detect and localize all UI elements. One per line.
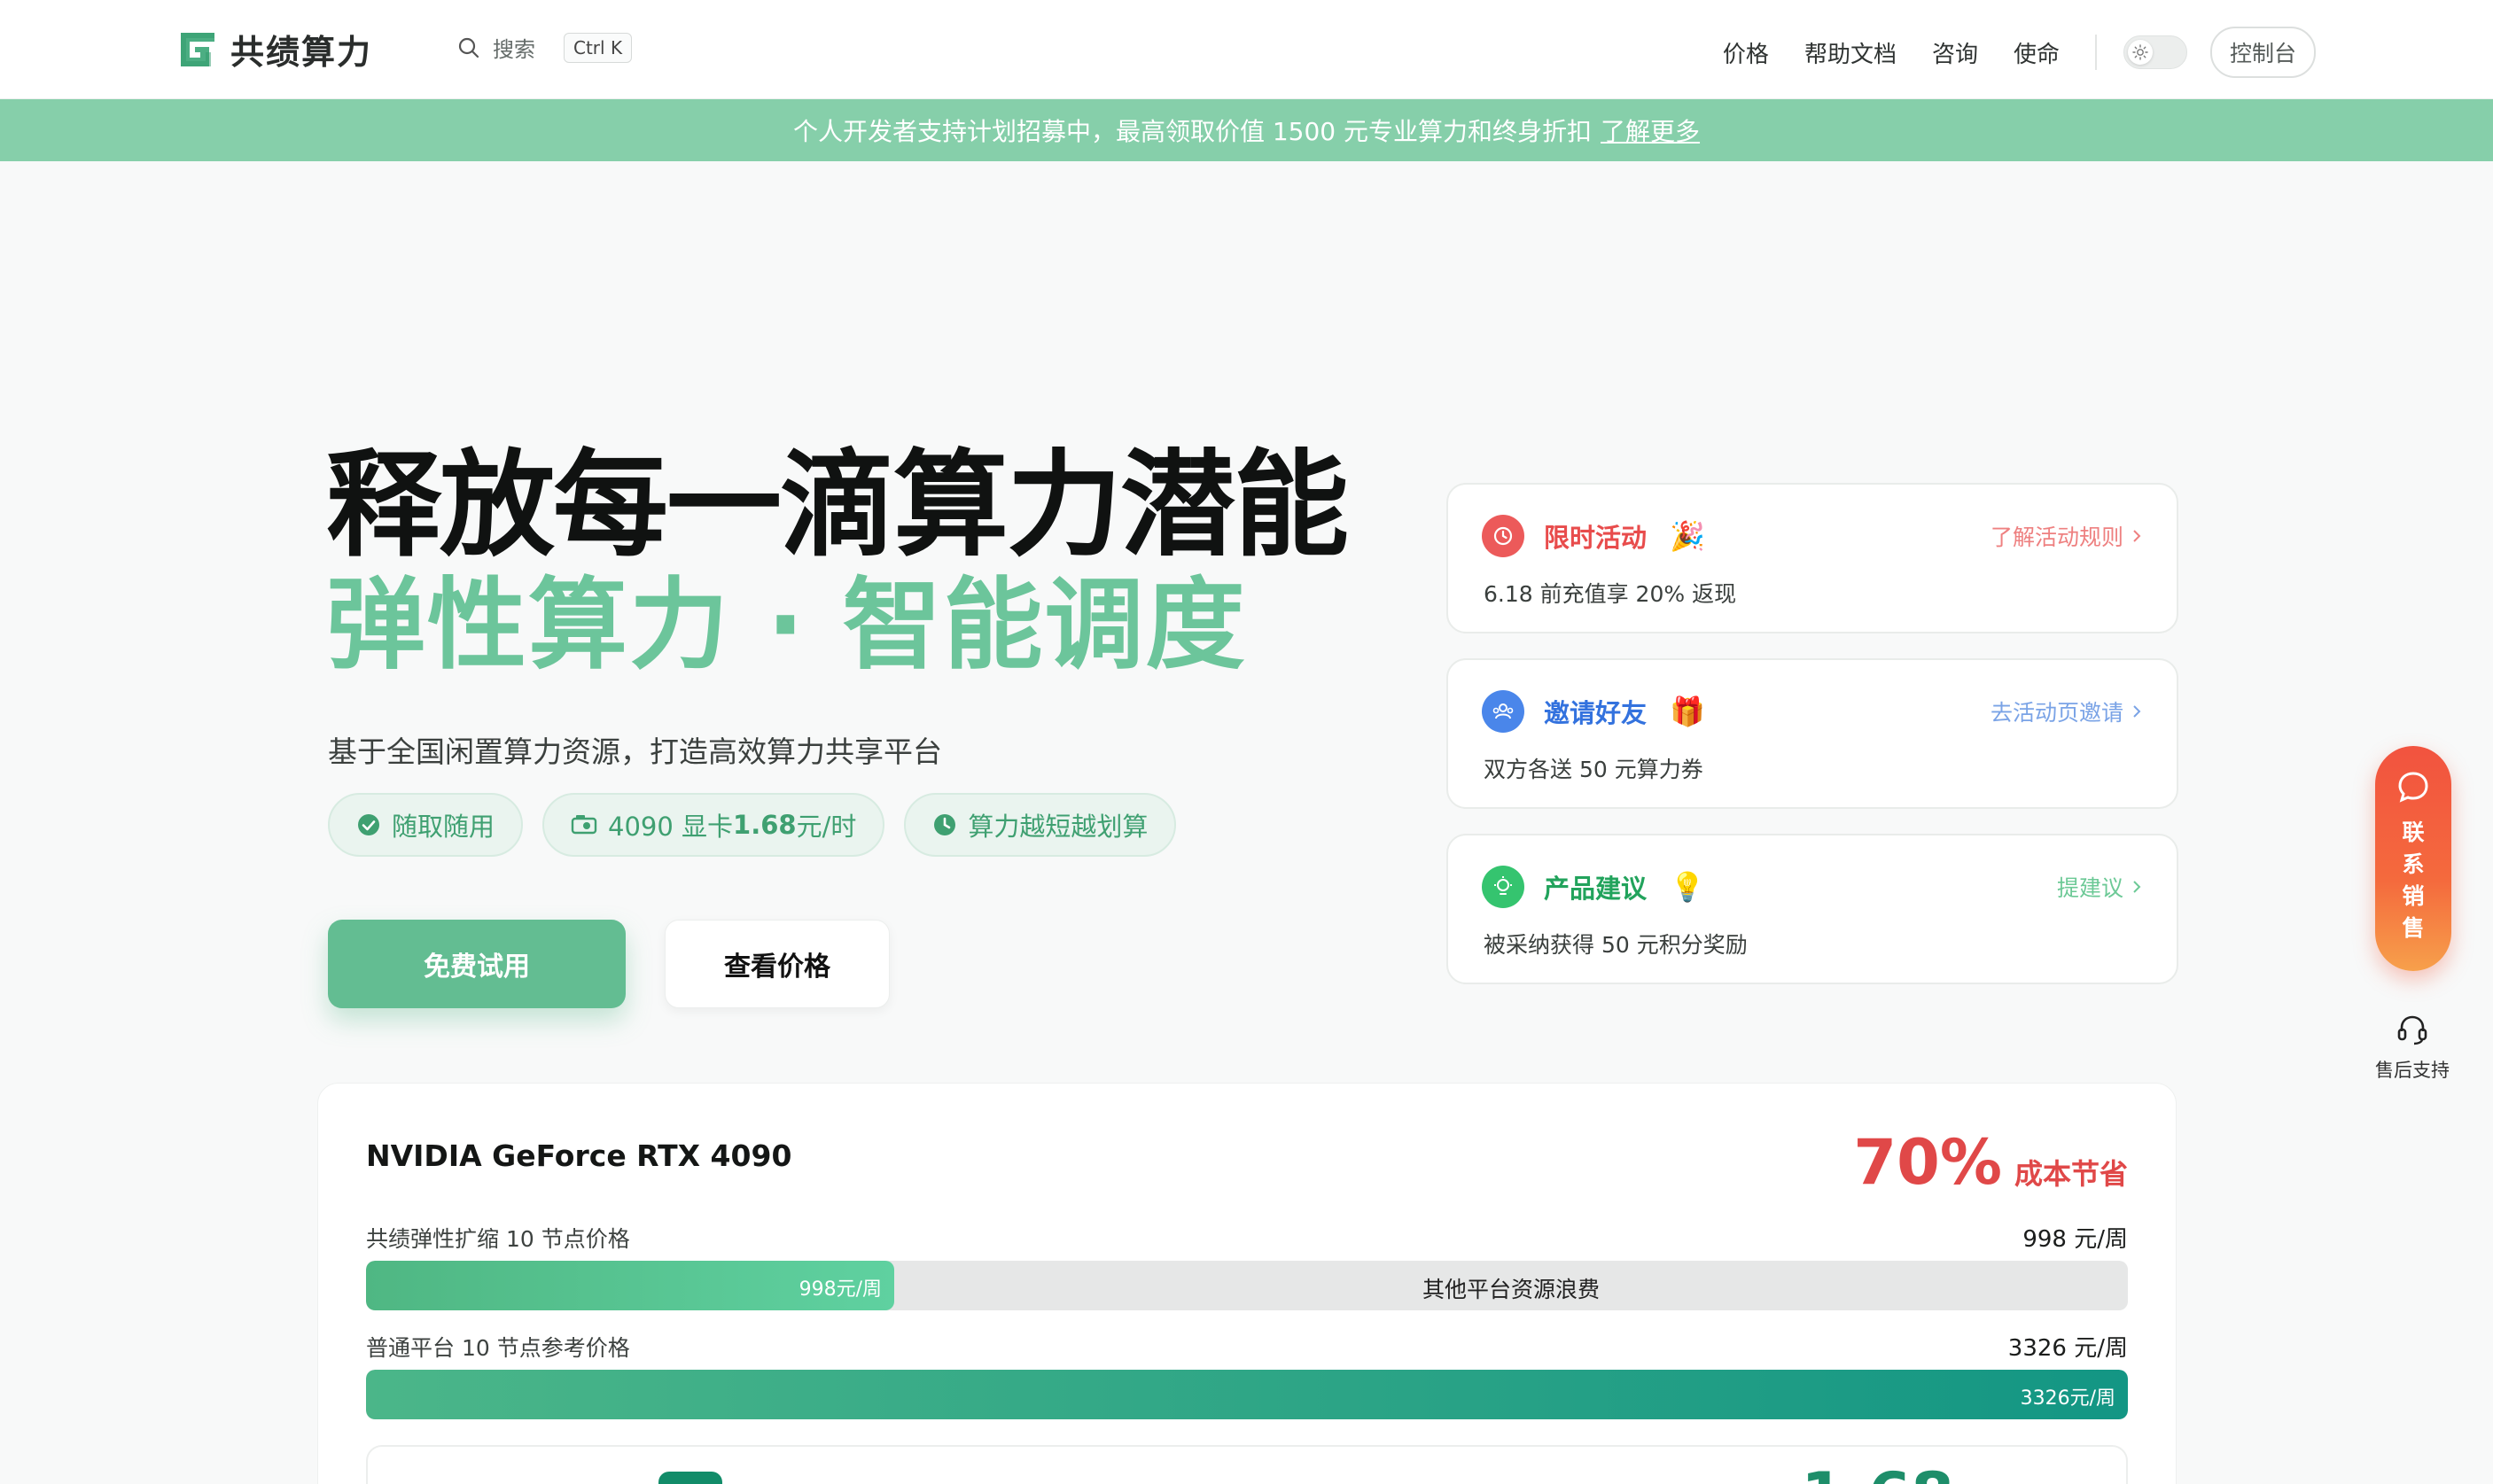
price-bar-fill: 3326元/周	[366, 1370, 2128, 1419]
party-popper-icon: 🎉	[1670, 519, 1705, 553]
promo-banner: 个人开发者支持计划招募中，最高领取价值 1500 元专业算力和终身折扣 了解更多	[0, 99, 2493, 161]
nav-divider	[2094, 35, 2097, 70]
feature-pill-on-demand: 随取随用	[328, 793, 524, 857]
hero-cta-row: 免费试用 查看价格	[328, 920, 890, 1008]
chevron-right-icon	[2133, 705, 2141, 718]
feature-label: 算力越短越划算	[968, 812, 1149, 842]
next-comparison-card: 1.68	[366, 1445, 2128, 1484]
page: 共绩算力 搜索 Ctrl K 价格 帮助文档 咨询 使命 控制台 个人开发者支持…	[0, 0, 2493, 1484]
feature-gpu-prefix: 4090 显卡	[608, 812, 734, 842]
promo-title: 限时活动	[1544, 523, 1648, 553]
price-bar-track: 998元/周 其他平台资源浪费	[366, 1261, 2128, 1310]
main-nav: 价格 帮助文档 咨询 使命 控制台	[1723, 27, 2316, 78]
sun-icon	[2127, 40, 2153, 65]
top-nav-bar: 共绩算力 搜索 Ctrl K 价格 帮助文档 咨询 使命 控制台	[0, 0, 2493, 99]
banner-text: 个人开发者支持计划招募中，最高领取价值 1500 元专业算力和终身折扣	[792, 117, 1593, 146]
price-row-label: 普通平台 10 节点参考价格	[366, 1335, 630, 1361]
promo-card-limited-event[interactable]: 限时活动 🎉 了解活动规则 6.18 前充值享 20% 返现	[1446, 483, 2178, 633]
banner-learn-more-link[interactable]: 了解更多	[1601, 113, 1700, 148]
logo[interactable]: 共绩算力	[177, 25, 372, 74]
price-row-value: 3326 元/周	[2007, 1335, 2128, 1362]
promo-link-rules[interactable]: 了解活动规则	[1991, 520, 2143, 552]
gift-icon: 🎁	[1670, 695, 1705, 728]
hero-subtitle: 弹性算力 · 智能调度	[326, 568, 1247, 683]
feature-pills: 随取随用 4090 显卡 1.68 元/时 算力越短越划算	[328, 793, 1177, 857]
bulb-icon	[1482, 866, 1524, 908]
theme-toggle[interactable]	[2123, 35, 2187, 69]
nav-consult[interactable]: 咨询	[1932, 36, 1978, 69]
clock-icon	[934, 814, 956, 835]
price-bar-text: 3326元/周	[2020, 1387, 2115, 1410]
search-shortcut: Ctrl K	[564, 32, 633, 63]
after-sales-support-button[interactable]: 售后支持	[2363, 1012, 2462, 1083]
promo-link-text: 去活动页邀请	[1990, 700, 2123, 726]
price-bar-fill: 998元/周	[366, 1261, 894, 1310]
logo-text: 共绩算力	[230, 33, 373, 72]
promo-description: 被采纳获得 50 元积分奖励	[1484, 932, 1748, 958]
check-circle-icon	[358, 814, 379, 835]
chat-bubble-icon	[2398, 772, 2428, 803]
promo-description: 6.18 前充值享 20% 返现	[1484, 581, 1737, 607]
cost-saving: 70% 成本节省	[1853, 1131, 2128, 1193]
cut-off-number: 1.68	[1801, 1465, 1954, 1484]
promo-title: 产品建议	[1544, 874, 1648, 904]
promo-card-product-suggestion[interactable]: 产品建议 💡 提建议 被采纳获得 50 元积分奖励	[1446, 834, 2178, 984]
nav-pricing[interactable]: 价格	[1723, 36, 1769, 69]
tag-chip	[658, 1472, 722, 1484]
promo-description: 双方各送 50 元算力券	[1484, 757, 1703, 782]
price-row-label: 共绩弹性扩缩 10 节点价格	[366, 1226, 630, 1252]
feature-pill-gpu-price: 4090 显卡 1.68 元/时	[542, 793, 885, 857]
search-icon	[458, 37, 479, 58]
promo-link-text: 提建议	[2056, 875, 2123, 901]
promo-title: 邀请好友	[1544, 698, 1648, 728]
free-trial-button[interactable]: 免费试用	[328, 920, 626, 1008]
nav-mission[interactable]: 使命	[2014, 36, 2060, 69]
promo-link-suggest[interactable]: 提建议	[2057, 871, 2143, 903]
headset-icon	[2397, 1015, 2427, 1045]
hero-title: 释放每一滴算力潜能	[326, 438, 1349, 572]
search-label: 搜索	[493, 37, 535, 62]
chevron-right-icon	[2133, 530, 2141, 542]
gpu-icon	[571, 815, 597, 835]
users-icon	[1482, 690, 1524, 733]
logo-mark-icon	[181, 32, 214, 66]
search-button[interactable]: 搜索 Ctrl K	[457, 32, 633, 63]
feature-label: 随取随用	[392, 812, 495, 842]
clock-icon	[1482, 515, 1524, 557]
lightbulb-emoji-icon: 💡	[1670, 870, 1705, 904]
promo-link-text: 了解活动规则	[1990, 524, 2123, 550]
contact-sales-label: 联系销售	[2402, 820, 2425, 941]
promo-link-invite[interactable]: 去活动页邀请	[1991, 695, 2143, 727]
price-bar-text: 998元/周	[799, 1278, 882, 1301]
cost-saving-value: 70%	[1853, 1126, 2002, 1199]
resource-waste-label: 其他平台资源浪费	[1422, 1277, 1601, 1302]
chevron-right-icon	[2133, 881, 2141, 893]
feature-gpu-price: 1.68	[733, 810, 797, 840]
view-pricing-button[interactable]: 查看价格	[665, 920, 890, 1008]
price-bar-track: 3326元/周	[366, 1370, 2128, 1419]
after-sales-support-label: 售后支持	[2375, 1060, 2450, 1081]
promo-card-invite-friends[interactable]: 邀请好友 🎁 去活动页邀请 双方各送 50 元算力券	[1446, 658, 2178, 809]
contact-sales-button[interactable]: 联系销售	[2375, 746, 2451, 971]
console-button[interactable]: 控制台	[2209, 27, 2316, 78]
nav-docs[interactable]: 帮助文档	[1804, 36, 1897, 69]
feature-gpu-unit: 元/时	[796, 812, 857, 842]
price-comparison-card: NVIDIA GeForce RTX 4090 70% 成本节省 共绩弹性扩缩 …	[317, 1083, 2177, 1484]
feature-pill-shorter-cheaper: 算力越短越划算	[904, 793, 1177, 857]
cost-saving-label: 成本节省	[2014, 1157, 2128, 1191]
price-row-value: 998 元/周	[2022, 1226, 2128, 1253]
hero-description: 基于全国闲置算力资源，打造高效算力共享平台	[328, 734, 942, 769]
gpu-model-name: NVIDIA GeForce RTX 4090	[366, 1138, 792, 1173]
